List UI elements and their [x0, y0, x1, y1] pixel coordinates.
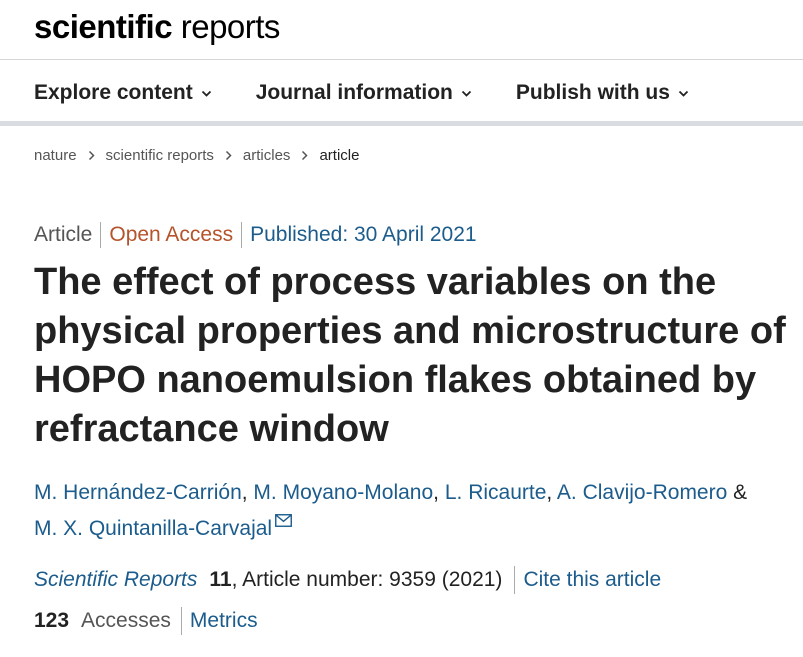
metrics-divider [180, 607, 182, 635]
author-list: M. Hernández-Carrión, M. Moyano-Molano, … [34, 475, 794, 547]
header-divider [0, 59, 803, 60]
main-nav: Explore content Journal information Publ… [34, 78, 689, 108]
breadcrumb-nature[interactable]: nature [34, 147, 77, 164]
author-separator: , [433, 481, 445, 504]
chevron-down-icon [461, 90, 472, 97]
volume-number: 11 [209, 568, 232, 591]
author-ampersand: & [727, 481, 748, 504]
article-meta: Article Open Access Published: 30 April … [34, 221, 477, 249]
logo-text-reports: reports [172, 8, 281, 45]
nav-explore-content[interactable]: Explore content [34, 78, 212, 108]
article-title: The effect of process variables on the p… [34, 261, 786, 450]
open-access-label: Open Access [109, 223, 234, 246]
article-type: Article [34, 223, 93, 246]
meta-divider [241, 222, 243, 248]
breadcrumb: nature scientific reports articles artic… [34, 147, 359, 164]
accesses-count: 123 [34, 609, 70, 632]
chevron-right-icon [88, 150, 95, 161]
published-date: Published: 30 April 2021 [250, 223, 477, 246]
breadcrumb-current: article [319, 147, 360, 164]
chevron-right-icon [225, 150, 232, 161]
article-number: , Article number: 9359 (2021) [231, 568, 503, 591]
logo-text-scientific: scientific [34, 8, 173, 45]
journal-name[interactable]: Scientific Reports [34, 568, 197, 592]
nav-divider [0, 121, 803, 126]
site-logo[interactable]: scientific reports [34, 8, 280, 46]
metrics-link[interactable]: Metrics [190, 609, 258, 633]
breadcrumb-scientific-reports[interactable]: scientific reports [106, 147, 214, 164]
envelope-icon[interactable] [275, 514, 293, 527]
corresponding-author-link[interactable]: M. X. Quintanilla-Carvajal [34, 517, 272, 540]
author-link[interactable]: L. Ricaurte [445, 481, 547, 504]
chevron-down-icon [678, 90, 689, 97]
author-link[interactable]: A. Clavijo-Romero [557, 481, 727, 504]
author-link[interactable]: M. Hernández-Carrión [34, 481, 242, 504]
nav-item-label: Journal information [255, 81, 453, 104]
nav-item-label: Explore content [34, 81, 193, 104]
citation-line: Scientific Reports 11 , Article number: … [34, 566, 661, 594]
breadcrumb-articles[interactable]: articles [243, 147, 291, 164]
author-separator: , [241, 481, 254, 504]
chevron-down-icon [201, 90, 211, 97]
cite-this-article-link[interactable]: Cite this article [523, 568, 661, 592]
nav-item-label: Publish with us [515, 81, 670, 104]
nav-journal-information[interactable]: Journal information [256, 78, 472, 108]
meta-divider [100, 222, 102, 248]
citation-divider [514, 566, 516, 594]
author-link[interactable]: M. Moyano-Molano [253, 481, 433, 504]
article-metrics: 123 Accesses Metrics [34, 607, 258, 635]
nav-publish-with-us[interactable]: Publish with us [516, 78, 689, 108]
accesses-label: Accesses [81, 609, 171, 632]
author-separator: , [546, 481, 557, 504]
chevron-right-icon [302, 150, 308, 161]
